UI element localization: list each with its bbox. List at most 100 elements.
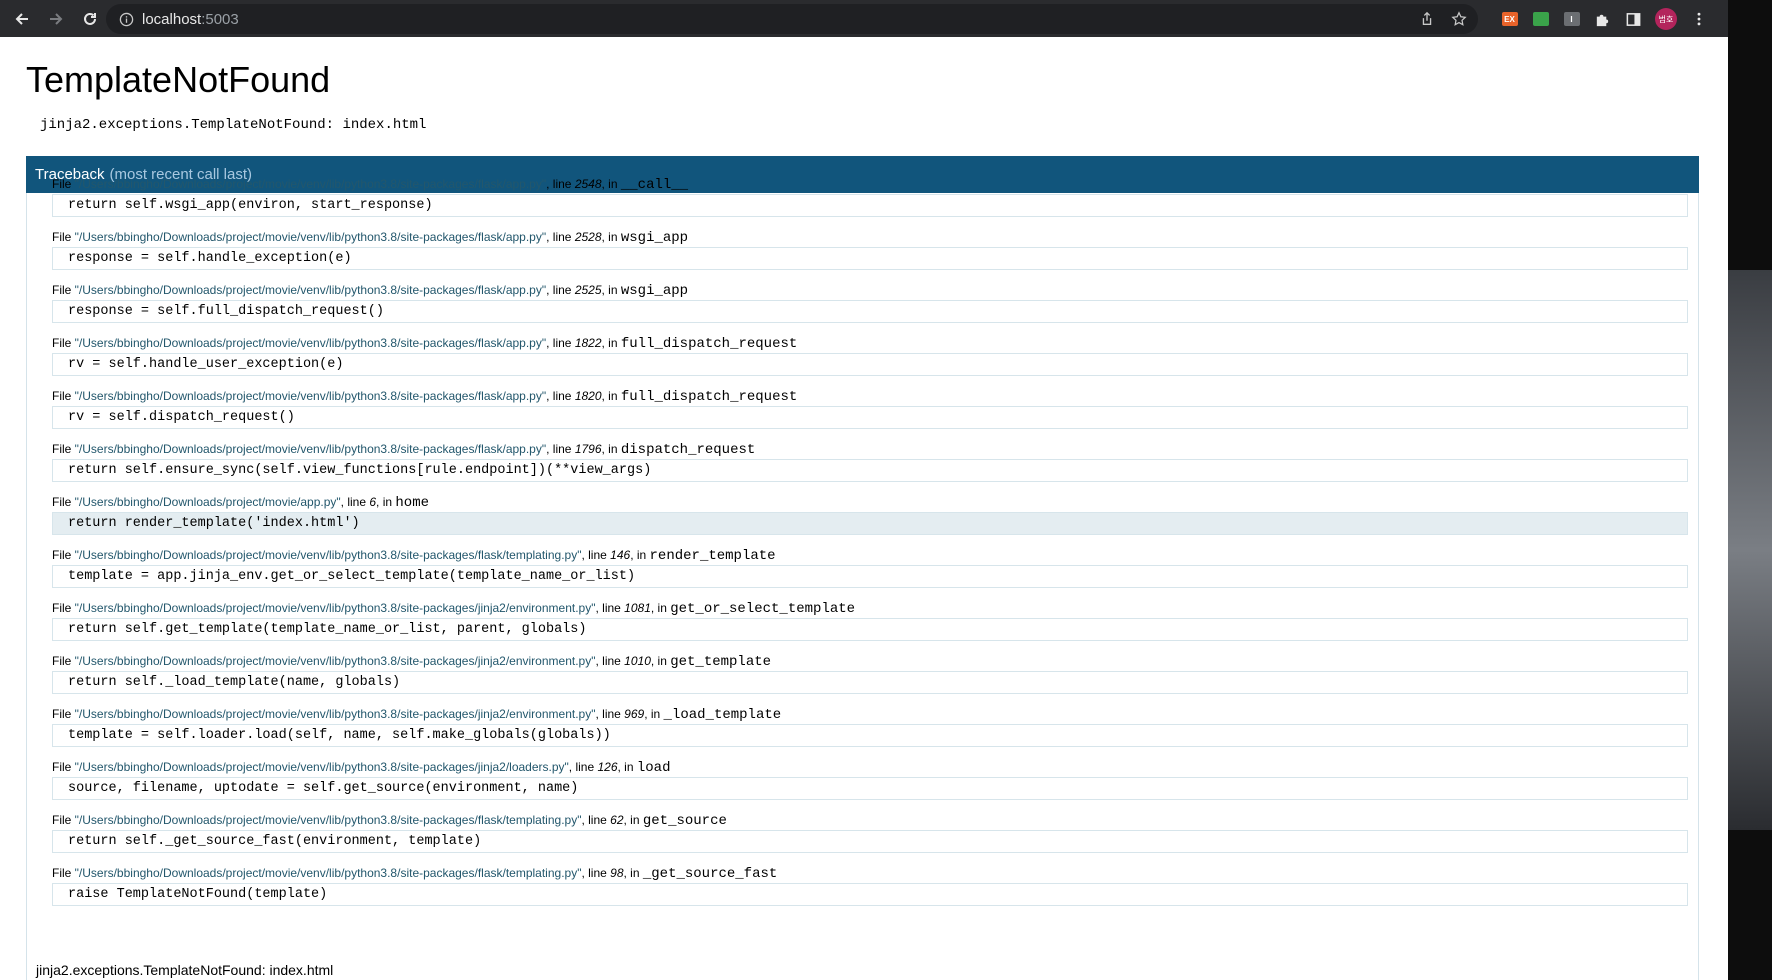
bookmark-star-icon[interactable] <box>1450 10 1468 28</box>
frame-file-path[interactable]: "/Users/bbingho/Downloads/project/movie/… <box>75 230 546 244</box>
traceback-frame: File "/Users/bbingho/Downloads/project/m… <box>52 493 1688 546</box>
frame-file-path[interactable]: "/Users/bbingho/Downloads/project/movie/… <box>75 760 569 774</box>
frame-function-name: wsgi_app <box>620 230 689 246</box>
frame-file-path[interactable]: "/Users/bbingho/Downloads/project/movie/… <box>75 548 582 562</box>
traceback-frame: File "/Users/bbingho/Downloads/project/m… <box>52 864 1688 917</box>
frame-line-number: 146 <box>610 548 631 562</box>
frame-location: File "/Users/bbingho/Downloads/project/m… <box>52 283 689 299</box>
frame-location: File "/Users/bbingho/Downloads/project/m… <box>52 866 778 882</box>
reload-button[interactable] <box>76 5 104 33</box>
frame-source-line[interactable]: return self._load_template(name, globals… <box>52 671 1688 694</box>
frame-file-path[interactable]: "/Users/bbingho/Downloads/project/movie/… <box>75 654 596 668</box>
frame-function-name: __call__ <box>620 177 689 193</box>
frame-location: File "/Users/bbingho/Downloads/project/m… <box>52 389 798 405</box>
frame-line-number: 98 <box>610 866 624 880</box>
traceback-frame: File "/Users/bbingho/Downloads/project/m… <box>52 387 1688 440</box>
frame-source-line[interactable]: response = self.handle_exception(e) <box>52 247 1688 270</box>
reload-icon <box>84 12 96 25</box>
frame-function-name: load <box>636 760 671 776</box>
traceback-frame: File "/Users/bbingho/Downloads/project/m… <box>52 281 1688 334</box>
frame-line-number: 126 <box>597 760 618 774</box>
frame-function-name: _load_template <box>663 707 782 723</box>
frame-line-number: 6 <box>369 495 377 509</box>
frame-source-line[interactable]: template = app.jinja_env.get_or_select_t… <box>52 565 1688 588</box>
arrow-right-icon <box>50 12 63 25</box>
frame-line-number: 1010 <box>624 654 651 668</box>
browser-toolbar: localhost:5003 EX I 범호 <box>0 0 1728 37</box>
frame-file-path[interactable]: "/Users/bbingho/Downloads/project/movie/… <box>75 495 341 509</box>
frame-file-path[interactable]: "/Users/bbingho/Downloads/project/movie/… <box>75 177 546 191</box>
frame-source-line[interactable]: source, filename, uptodate = self.get_so… <box>52 777 1688 800</box>
back-button[interactable] <box>8 5 36 33</box>
traceback-frame: File "/Users/bbingho/Downloads/project/m… <box>52 599 1688 652</box>
frame-source-line[interactable]: response = self.full_dispatch_request() <box>52 300 1688 323</box>
forward-button[interactable] <box>42 5 70 33</box>
frame-location: File "/Users/bbingho/Downloads/project/m… <box>52 177 689 193</box>
green-extension-icon[interactable] <box>1531 10 1550 29</box>
address-bar[interactable]: localhost:5003 <box>106 4 1478 34</box>
share-icon[interactable] <box>1418 10 1436 28</box>
frame-file-path[interactable]: "/Users/bbingho/Downloads/project/movie/… <box>75 601 596 615</box>
traceback-frame: File "/Users/bbingho/Downloads/project/m… <box>52 228 1688 281</box>
frame-function-name: dispatch_request <box>620 442 756 458</box>
frame-location: File "/Users/bbingho/Downloads/project/m… <box>52 230 689 246</box>
footer-error-message: jinja2.exceptions.TemplateNotFound: inde… <box>36 962 334 978</box>
frame-function-name: render_template <box>649 548 776 564</box>
grey-extension-icon[interactable]: I <box>1562 10 1581 29</box>
frame-function-name: _get_source_fast <box>642 866 778 882</box>
frame-source-line[interactable]: return self.get_template(template_name_o… <box>52 618 1688 641</box>
frame-line-number: 62 <box>610 813 624 827</box>
traceback-frame: File "/Users/bbingho/Downloads/project/m… <box>52 758 1688 811</box>
frame-location: File "/Users/bbingho/Downloads/project/m… <box>52 601 856 617</box>
menu-dots-icon[interactable] <box>1689 10 1708 29</box>
traceback-frame: File "/Users/bbingho/Downloads/project/m… <box>52 546 1688 599</box>
ex-extension-icon[interactable]: EX <box>1500 10 1519 29</box>
error-message: jinja2.exceptions.TemplateNotFound: inde… <box>40 117 427 133</box>
frame-source-line[interactable]: rv = self.handle_user_exception(e) <box>52 353 1688 376</box>
frame-file-path[interactable]: "/Users/bbingho/Downloads/project/movie/… <box>75 442 546 456</box>
frame-source-line[interactable]: return render_template('index.html') <box>52 512 1688 535</box>
frame-location: File "/Users/bbingho/Downloads/project/m… <box>52 760 671 776</box>
frame-file-path[interactable]: "/Users/bbingho/Downloads/project/movie/… <box>75 813 582 827</box>
frame-location: File "/Users/bbingho/Downloads/project/m… <box>52 442 756 458</box>
traceback-frame: File "/Users/bbingho/Downloads/project/m… <box>52 652 1688 705</box>
frame-source-line[interactable]: return self.wsgi_app(environ, start_resp… <box>52 194 1688 217</box>
frame-line-number: 1822 <box>574 336 602 350</box>
frame-function-name: home <box>395 495 429 511</box>
frame-line-number: 2528 <box>574 230 602 244</box>
frame-source-line[interactable]: rv = self.dispatch_request() <box>52 406 1688 429</box>
traceback-frame: File "/Users/bbingho/Downloads/project/m… <box>52 705 1688 758</box>
frame-file-path[interactable]: "/Users/bbingho/Downloads/project/movie/… <box>75 283 546 297</box>
url-host: localhost <box>142 10 202 28</box>
frame-function-name: get_template <box>670 654 772 670</box>
frame-line-number: 1796 <box>574 442 602 456</box>
frame-file-path[interactable]: "/Users/bbingho/Downloads/project/movie/… <box>75 389 546 403</box>
frame-source-line[interactable]: return self._get_source_fast(environment… <box>52 830 1688 853</box>
frame-source-line[interactable]: raise TemplateNotFound(template) <box>52 883 1688 906</box>
frame-file-path[interactable]: "/Users/bbingho/Downloads/project/movie/… <box>75 707 596 721</box>
frame-function-name: full_dispatch_request <box>620 336 798 352</box>
frame-file-path[interactable]: "/Users/bbingho/Downloads/project/movie/… <box>75 866 582 880</box>
frame-source-line[interactable]: return self.ensure_sync(self.view_functi… <box>52 459 1688 482</box>
frame-file-path[interactable]: "/Users/bbingho/Downloads/project/movie/… <box>75 336 546 350</box>
url-text: localhost:5003 <box>142 11 239 28</box>
frame-function-name: full_dispatch_request <box>620 389 798 405</box>
side-panel-icon[interactable] <box>1624 10 1643 29</box>
frame-line-number: 1081 <box>624 601 651 615</box>
traceback-frames: File "/Users/bbingho/Downloads/project/m… <box>52 175 1688 917</box>
frame-line-number: 1820 <box>574 389 602 403</box>
puzzle-icon[interactable] <box>1593 10 1612 29</box>
frame-location: File "/Users/bbingho/Downloads/project/m… <box>52 654 772 670</box>
url-port: :5003 <box>201 10 239 28</box>
site-info-icon[interactable] <box>118 11 134 27</box>
page-title: TemplateNotFound <box>26 59 331 100</box>
arrow-left-icon <box>15 12 28 25</box>
frame-source-line[interactable]: template = self.loader.load(self, name, … <box>52 724 1688 747</box>
frame-location: File "/Users/bbingho/Downloads/project/m… <box>52 707 782 723</box>
traceback-frame: File "/Users/bbingho/Downloads/project/m… <box>52 811 1688 864</box>
frame-location: File "/Users/bbingho/Downloads/project/m… <box>52 548 776 564</box>
frame-location: File "/Users/bbingho/Downloads/project/m… <box>52 336 798 352</box>
frame-line-number: 2548 <box>574 177 602 191</box>
traceback-frame: File "/Users/bbingho/Downloads/project/m… <box>52 440 1688 493</box>
profile-avatar[interactable]: 범호 <box>1655 8 1677 30</box>
